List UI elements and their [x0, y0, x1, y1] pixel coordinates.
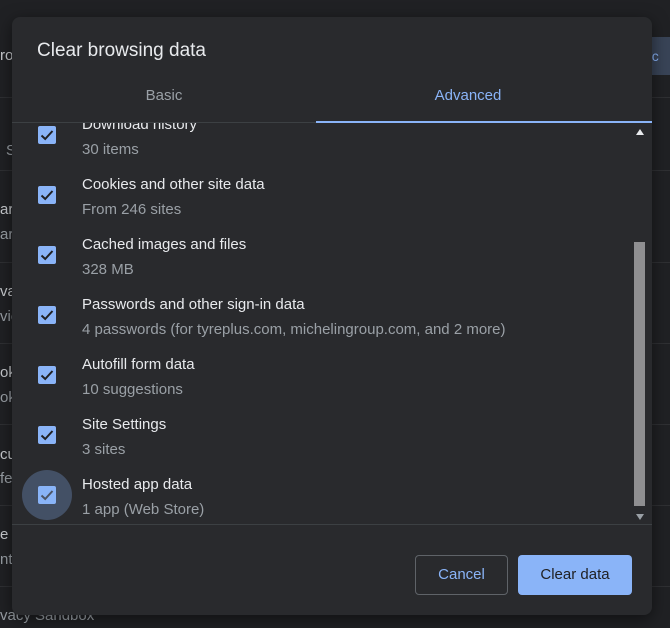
item-subtitle: 4 passwords (for tyreplus.com, micheling… — [82, 321, 506, 338]
list-item-cached-images[interactable]: Cached images and files 328 MB — [12, 229, 632, 289]
tab-advanced[interactable]: Advanced — [316, 80, 620, 120]
bg-fragment: nt — [0, 551, 13, 568]
checkbox-autofill[interactable] — [38, 366, 56, 384]
checkbox-cached-images[interactable] — [38, 246, 56, 264]
checkmark-icon — [40, 190, 54, 201]
item-title: Cached images and files — [82, 236, 247, 253]
checkbox-cookies[interactable] — [38, 186, 56, 204]
list-item-site-settings[interactable]: Site Settings 3 sites — [12, 409, 632, 469]
list-item-autofill[interactable]: Autofill form data 10 suggestions — [12, 349, 632, 409]
clear-data-button[interactable]: Clear data — [518, 555, 632, 595]
item-title: Passwords and other sign-in data — [82, 296, 305, 313]
scroll-up-arrow-icon[interactable] — [636, 129, 644, 135]
tab-bar: Basic Advanced — [12, 80, 652, 123]
item-subtitle: From 246 sites — [82, 201, 182, 218]
item-title: Autofill form data — [82, 356, 195, 373]
checkbox-site-settings[interactable] — [38, 426, 56, 444]
checkmark-icon — [40, 490, 54, 501]
list-item-hosted-app-data[interactable]: Hosted app data 1 app (Web Store) — [12, 469, 632, 524]
scrollbar-thumb[interactable] — [634, 242, 645, 506]
footer-divider — [12, 524, 652, 525]
item-subtitle: 10 suggestions — [82, 381, 183, 398]
checkbox-download-history[interactable] — [38, 126, 56, 144]
list-item-cookies[interactable]: Cookies and other site data From 246 sit… — [12, 169, 632, 229]
item-subtitle: 1 app (Web Store) — [82, 501, 205, 518]
data-type-list: Download history 30 items Cookies and ot… — [12, 123, 652, 524]
item-subtitle: 30 items — [82, 141, 139, 158]
dialog-title: Clear browsing data — [37, 40, 206, 61]
item-title: Site Settings — [82, 416, 167, 433]
checkbox-passwords[interactable] — [38, 306, 56, 324]
checkmark-icon — [40, 430, 54, 441]
item-title: Download history — [82, 123, 198, 133]
list-item-download-history[interactable]: Download history 30 items — [12, 123, 632, 169]
checkmark-icon — [40, 310, 54, 321]
item-subtitle: 3 sites — [82, 441, 126, 458]
tab-basic[interactable]: Basic — [12, 80, 316, 120]
scroll-down-arrow-icon[interactable] — [636, 514, 644, 520]
item-title: Cookies and other site data — [82, 176, 265, 193]
checkmark-icon — [40, 250, 54, 261]
checkmark-icon — [40, 130, 54, 141]
cancel-button[interactable]: Cancel — [415, 555, 508, 595]
list-item-passwords[interactable]: Passwords and other sign-in data 4 passw… — [12, 289, 632, 349]
bg-fragment: fe — [0, 470, 13, 487]
item-title: Hosted app data — [82, 476, 193, 493]
clear-browsing-data-dialog: Clear browsing data Basic Advanced Downl… — [12, 17, 652, 615]
list-scrollbar[interactable] — [632, 123, 647, 524]
item-subtitle: 328 MB — [82, 261, 134, 278]
checkbox-hosted-app-data[interactable] — [22, 470, 72, 520]
checkmark-icon — [40, 370, 54, 381]
